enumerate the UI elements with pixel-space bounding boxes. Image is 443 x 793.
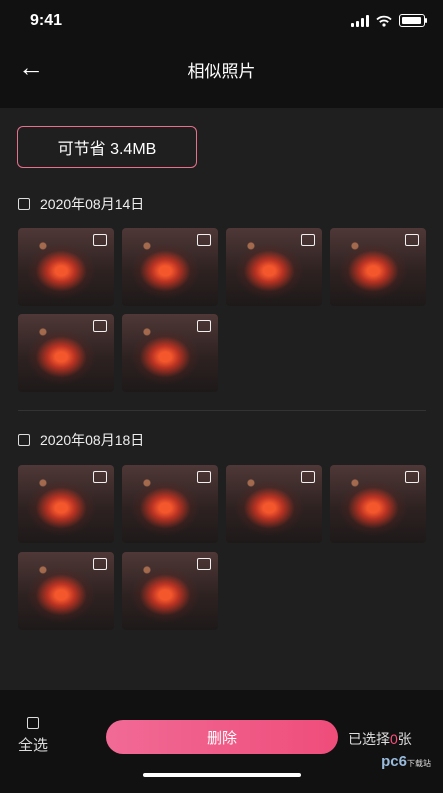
- photo-checkbox[interactable]: [93, 558, 107, 570]
- savings-badge: 可节省 3.4MB: [17, 126, 197, 168]
- status-bar: 9:41: [0, 0, 443, 44]
- select-all-checkbox[interactable]: [27, 717, 39, 729]
- photo-thumb[interactable]: [18, 228, 114, 306]
- photo-thumb[interactable]: [122, 228, 218, 306]
- photo-thumb[interactable]: [330, 465, 426, 543]
- group-checkbox-1[interactable]: [18, 198, 30, 210]
- photo-thumb[interactable]: [122, 465, 218, 543]
- photo-checkbox[interactable]: [93, 234, 107, 246]
- photo-checkbox[interactable]: [197, 558, 211, 570]
- photo-thumb[interactable]: [18, 465, 114, 543]
- photo-thumb[interactable]: [330, 228, 426, 306]
- bottom-action-bar: 全选 删除 已选择0张 pc6下载站: [0, 690, 443, 793]
- status-time: 9:41: [30, 12, 63, 29]
- group-date-1: 2020年08月14日: [40, 196, 145, 212]
- photo-checkbox[interactable]: [93, 320, 107, 332]
- photo-checkbox[interactable]: [197, 320, 211, 332]
- group-header-2: 2020年08月18日: [18, 430, 144, 450]
- home-indicator: [143, 773, 301, 777]
- group-date-2: 2020年08月18日: [40, 432, 145, 448]
- battery-icon: [399, 14, 427, 27]
- selected-count: 0: [390, 731, 398, 747]
- photo-thumb[interactable]: [122, 314, 218, 392]
- photo-thumb[interactable]: [18, 314, 114, 392]
- selected-suffix: 张: [397, 731, 412, 747]
- photo-thumb[interactable]: [18, 552, 114, 630]
- nav-bar: ← 相似照片: [0, 44, 443, 108]
- photo-checkbox[interactable]: [301, 471, 315, 483]
- photo-checkbox[interactable]: [197, 234, 211, 246]
- group-divider: [18, 410, 426, 411]
- select-all-label: 全选: [18, 737, 49, 754]
- photo-checkbox[interactable]: [301, 234, 315, 246]
- group-checkbox-2[interactable]: [18, 434, 30, 446]
- selected-count-text: 已选择0张: [348, 729, 412, 749]
- photo-checkbox[interactable]: [405, 234, 419, 246]
- signal-icon: [351, 14, 369, 27]
- photo-checkbox[interactable]: [93, 471, 107, 483]
- status-icons: [351, 14, 427, 27]
- photo-thumb[interactable]: [226, 228, 322, 306]
- watermark-text: pc6: [381, 753, 407, 770]
- photo-checkbox[interactable]: [197, 471, 211, 483]
- photo-checkbox[interactable]: [405, 471, 419, 483]
- photo-thumb[interactable]: [122, 552, 218, 630]
- delete-button[interactable]: 删除: [106, 720, 338, 754]
- photo-thumb[interactable]: [226, 465, 322, 543]
- watermark-logo: pc6下载站: [381, 753, 431, 770]
- page-title: 相似照片: [187, 62, 256, 81]
- wifi-icon: [376, 15, 392, 27]
- group-header-1: 2020年08月14日: [18, 194, 144, 214]
- watermark-sub: 下载站: [407, 759, 431, 768]
- selected-prefix: 已选择: [348, 731, 390, 747]
- select-all-button[interactable]: 全选: [18, 717, 48, 755]
